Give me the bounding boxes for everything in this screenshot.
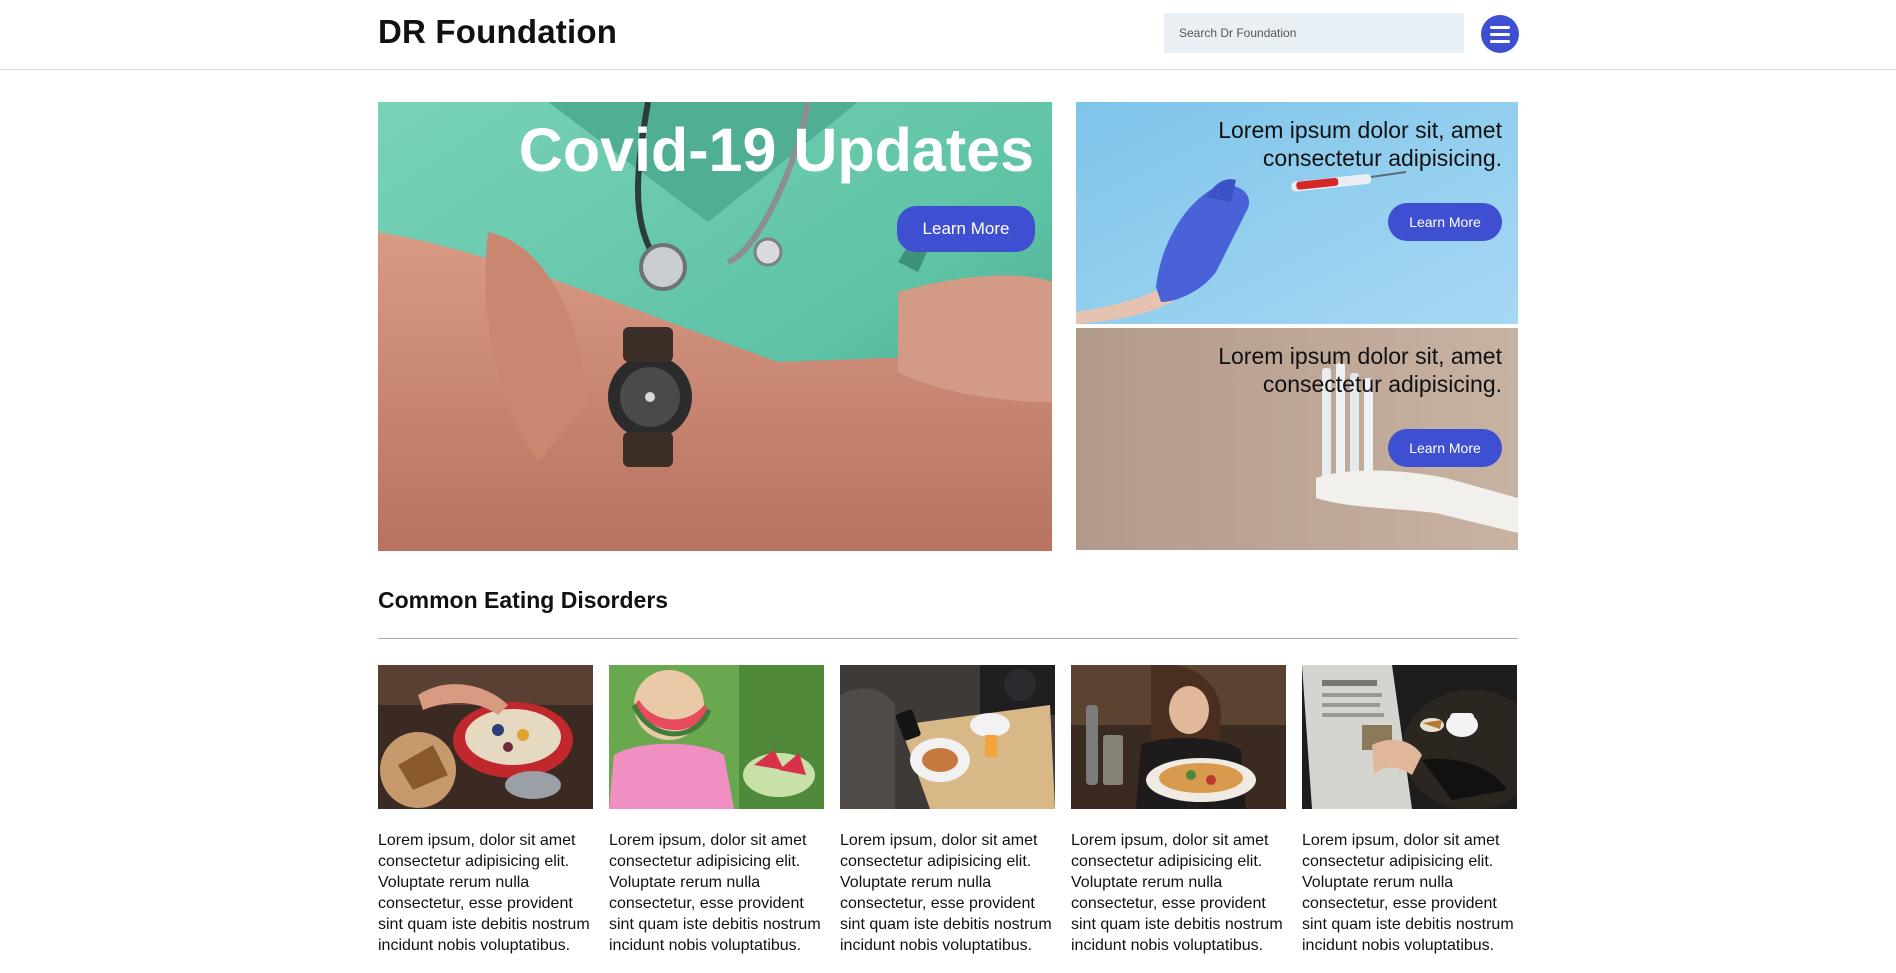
hero-main-banner: Covid-19 Updates Learn More [378,102,1052,551]
article-card[interactable]: Lorem ipsum, dolor sit amet consectetur … [1071,665,1286,956]
card-description: Lorem ipsum, dolor sit amet consectetur … [1071,832,1283,954]
site-logo[interactable]: DR Foundation [378,13,617,51]
section-title: Common Eating Disorders [378,587,669,613]
article-card[interactable]: Lorem ipsum, dolor sit amet consectetur … [609,665,824,956]
article-card[interactable]: Lorem ipsum, dolor sit amet consectetur … [840,665,1055,956]
hero-title: Covid-19 Updates [518,116,1034,184]
card-description: Lorem ipsum, dolor sit amet consectetur … [840,832,1052,954]
site-header: DR Foundation [0,0,1896,70]
hero-learn-more-button[interactable]: Learn More [897,206,1035,252]
article-card[interactable]: Lorem ipsum, dolor sit amet consectetur … [378,665,593,956]
hero-side-banner: Lorem ipsum dolor sit, amet consectetur … [1076,102,1518,324]
section-divider [378,638,1518,639]
search-input[interactable] [1164,13,1464,53]
side-learn-more-button[interactable]: Learn More [1388,203,1502,241]
card-description: Lorem ipsum, dolor sit amet consectetur … [1302,832,1514,954]
article-card[interactable]: Lorem ipsum, dolor sit amet consectetur … [1302,665,1517,956]
card-description: Lorem ipsum, dolor sit amet consectetur … [378,832,590,954]
side-banner-text: Lorem ipsum dolor sit, amet consectetur … [1218,117,1502,171]
card-description: Lorem ipsum, dolor sit amet consectetur … [609,832,821,954]
breakfast-bowl-photo [378,665,593,809]
menu-button[interactable] [1481,15,1519,53]
girl-watermelon-photo [609,665,824,809]
side-learn-more-button[interactable]: Learn More [1388,429,1502,467]
woman-eating-pizza-photo [1071,665,1286,809]
hero-side-banner: Lorem ipsum dolor sit, amet consectetur … [1076,328,1518,550]
newspaper-coffee-photo [1302,665,1517,809]
restaurant-table-photo [840,665,1055,809]
side-banner-text: Lorem ipsum dolor sit, amet consectetur … [1218,343,1502,397]
